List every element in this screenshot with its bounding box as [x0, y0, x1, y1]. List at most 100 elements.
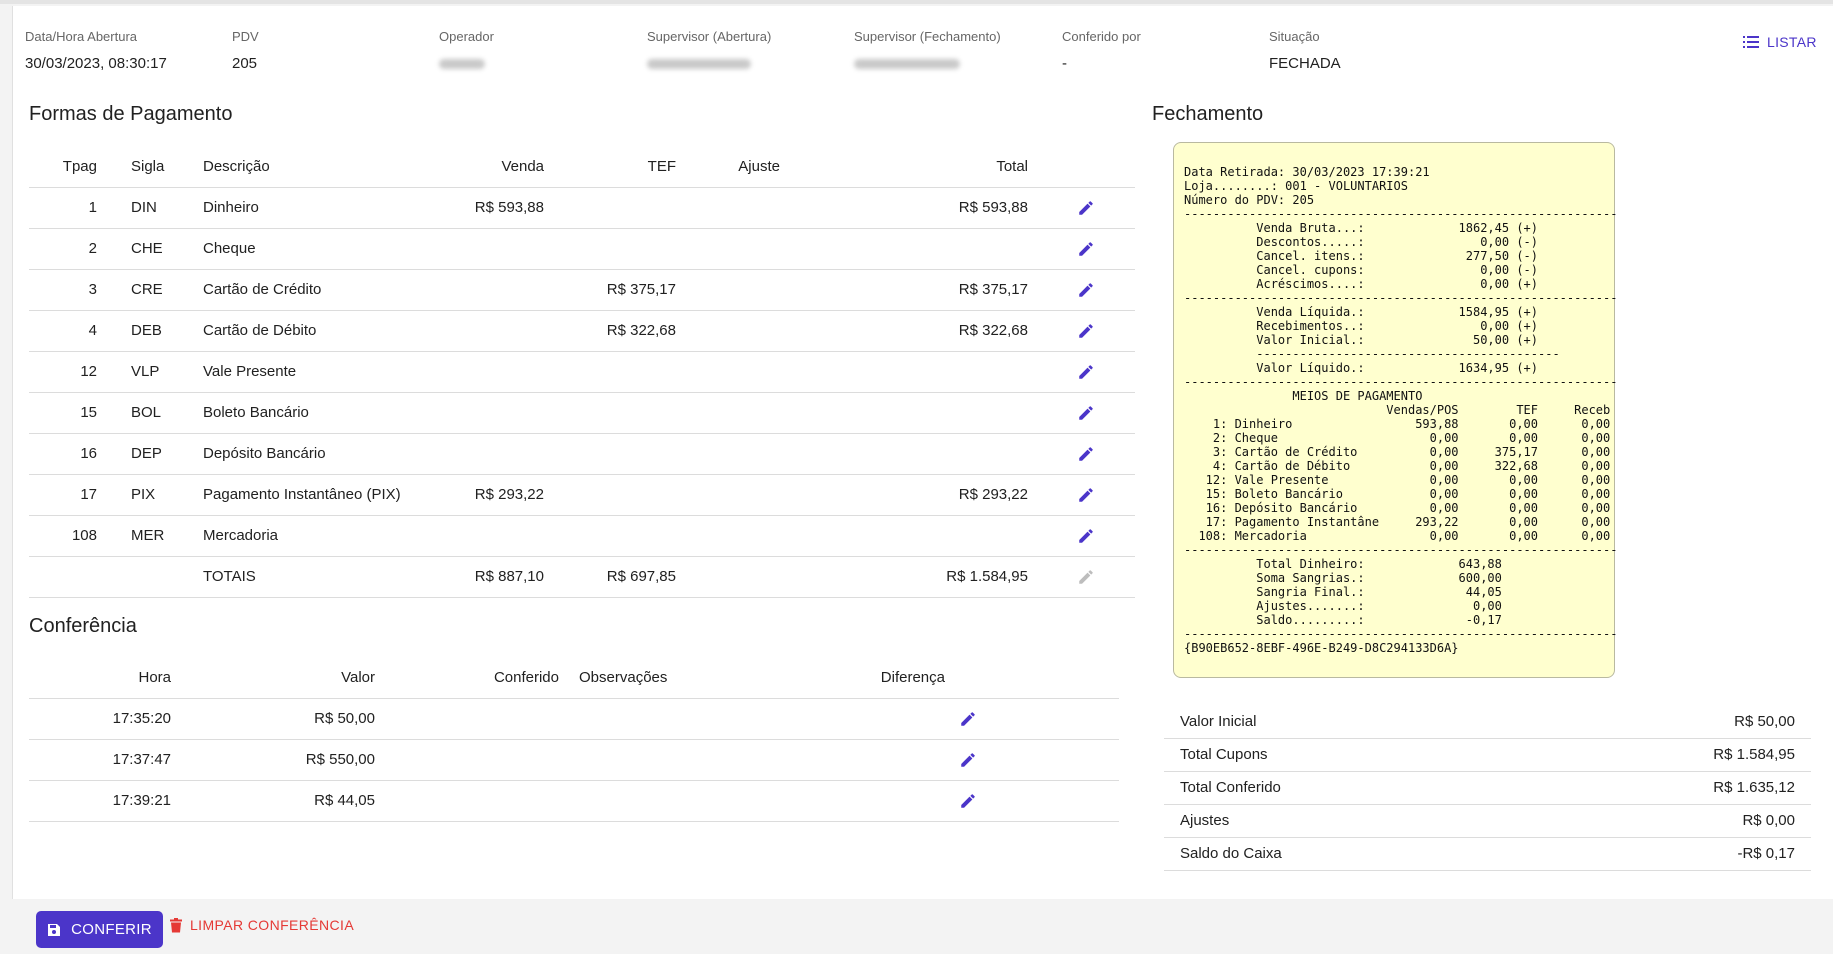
header-field-supervisor-fechamento: Supervisor (Fechamento)	[854, 29, 1001, 73]
tef-cell: R$ 375,17	[552, 269, 684, 311]
valor-cell: R$ 44,05	[179, 780, 383, 822]
pencil-icon	[1078, 323, 1093, 338]
col-descricao: Descrição	[195, 147, 441, 188]
total-cell	[788, 351, 1036, 393]
conferir-button[interactable]: CONFERIR	[36, 911, 163, 948]
hora-cell: 17:39:21	[29, 780, 179, 822]
summary-row: Valor Inicial R$ 50,00	[1164, 705, 1811, 739]
conferido-cell	[383, 780, 567, 822]
conferencia-title: Conferência	[29, 615, 137, 637]
tpag-cell: 108	[29, 515, 105, 557]
pencil-icon	[961, 752, 975, 767]
col-venda: Venda	[441, 147, 552, 188]
descricao-cell: Cartão de Crédito	[195, 269, 441, 311]
conferencia-row: 17:39:21 R$ 44,05	[29, 780, 1119, 822]
header-label: Supervisor (Fechamento)	[854, 29, 1001, 44]
pagamento-title: Formas de Pagamento	[29, 103, 233, 125]
diferenca-cell	[757, 739, 953, 781]
summary-value: R$ 1.635,12	[1513, 771, 1811, 805]
diferenca-cell	[757, 780, 953, 822]
tef-cell	[552, 351, 684, 393]
ajuste-cell	[684, 392, 788, 434]
col-diferenca: Diferença	[757, 658, 953, 699]
venda-cell: R$ 593,88	[441, 187, 552, 229]
pencil-icon	[1078, 282, 1093, 297]
list-icon	[1743, 36, 1759, 48]
limpar-conferencia-button[interactable]: LIMPAR CONFERÊNCIA	[170, 917, 354, 933]
tef-cell	[552, 187, 684, 229]
tef-cell	[552, 433, 684, 475]
hora-cell: 17:37:47	[29, 739, 179, 781]
venda-cell	[441, 515, 552, 557]
tpag-cell: 16	[29, 433, 105, 475]
sigla-cell: DIN	[105, 187, 195, 229]
pencil-icon	[1078, 364, 1093, 379]
conferir-label: CONFERIR	[71, 921, 152, 938]
edit-pagamento-button[interactable]	[1036, 433, 1135, 475]
ajuste-cell	[684, 433, 788, 475]
edit-pagamento-button[interactable]	[1036, 187, 1135, 229]
ajuste-cell	[684, 351, 788, 393]
valor-cell: R$ 50,00	[179, 698, 383, 740]
edit-conferencia-button[interactable]	[953, 739, 1119, 781]
summary-row: Ajustes R$ 0,00	[1164, 804, 1811, 838]
tef-cell	[552, 392, 684, 434]
edit-pagamento-button[interactable]	[1036, 269, 1135, 311]
pagamento-row: 1 DIN Dinheiro R$ 593,88 R$ 593,88	[29, 187, 1135, 229]
observacoes-cell	[567, 780, 757, 822]
header-field-abertura: Data/Hora Abertura 30/03/2023, 08:30:17	[25, 29, 167, 72]
floppy-disk-icon	[48, 923, 61, 936]
total-cell	[788, 392, 1036, 434]
sigla-cell: BOL	[105, 392, 195, 434]
summary-label: Saldo do Caixa	[1164, 837, 1514, 871]
ajuste-cell	[684, 187, 788, 229]
pencil-icon	[961, 711, 975, 726]
header-value: 205	[232, 55, 258, 72]
venda-cell	[441, 433, 552, 475]
edit-pagamento-button[interactable]	[1036, 228, 1135, 270]
summary-label: Total Cupons	[1164, 738, 1514, 772]
header-field-operador: Operador	[439, 29, 494, 73]
edit-conferencia-button[interactable]	[953, 780, 1119, 822]
tpag-cell: 17	[29, 474, 105, 516]
hora-cell: 17:35:20	[29, 698, 179, 740]
tef-cell: R$ 322,68	[552, 310, 684, 352]
ajuste-cell	[684, 474, 788, 516]
fechamento-title: Fechamento	[1152, 103, 1264, 125]
venda-cell	[441, 351, 552, 393]
pagamento-table: Tpag Sigla Descrição Venda TEF Ajuste To…	[29, 147, 1135, 598]
listar-button[interactable]: LISTAR	[1743, 34, 1817, 50]
sigla-cell: CHE	[105, 228, 195, 270]
trash-icon	[170, 917, 182, 932]
summary-value: R$ 50,00	[1513, 705, 1811, 739]
total-cell	[788, 228, 1036, 270]
edit-pagamento-button[interactable]	[1036, 351, 1135, 393]
edit-pagamento-button[interactable]	[1036, 392, 1135, 434]
edit-pagamento-button[interactable]	[1036, 310, 1135, 352]
pencil-icon	[1078, 487, 1093, 502]
total-cell: R$ 375,17	[788, 269, 1036, 311]
pagamento-row: 108 MER Mercadoria	[29, 515, 1135, 557]
edit-pagamento-button[interactable]	[1036, 474, 1135, 516]
header-field-pdv: PDV 205	[232, 29, 259, 72]
descricao-cell: Vale Presente	[195, 351, 441, 393]
tpag-cell: 2	[29, 228, 105, 270]
edit-pagamento-button[interactable]	[1036, 515, 1135, 557]
total-cell	[788, 515, 1036, 557]
ajuste-cell	[684, 228, 788, 270]
col-ajuste: Ajuste	[684, 147, 788, 188]
header-label: Supervisor (Abertura)	[647, 29, 772, 44]
descricao-cell: Pagamento Instantâneo (PIX)	[195, 474, 441, 516]
tpag-cell: 3	[29, 269, 105, 311]
tpag-cell: 4	[29, 310, 105, 352]
edit-conferencia-button[interactable]	[953, 698, 1119, 740]
descricao-cell: Cheque	[195, 228, 441, 270]
col-tpag: Tpag	[29, 147, 105, 188]
observacoes-cell	[567, 739, 757, 781]
pencil-icon	[1078, 405, 1093, 420]
pagamento-row: 2 CHE Cheque	[29, 228, 1135, 270]
pagamento-row: 4 DEB Cartão de Débito R$ 322,68 R$ 322,68	[29, 310, 1135, 352]
descricao-cell: Boleto Bancário	[195, 392, 441, 434]
edit-totais-button-disabled	[1036, 556, 1135, 598]
pencil-icon	[1078, 200, 1093, 215]
